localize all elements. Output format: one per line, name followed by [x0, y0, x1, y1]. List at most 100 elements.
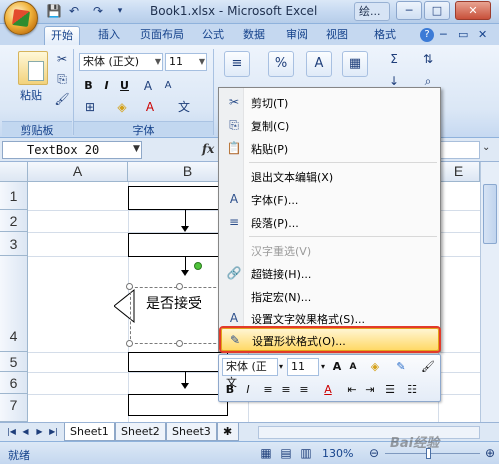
- increase-indent-icon[interactable]: ⇥: [362, 381, 378, 399]
- prev-sheet-icon[interactable]: ◀: [20, 425, 31, 439]
- chevron-down-icon[interactable]: ▾: [319, 358, 327, 376]
- menu-item-5[interactable]: ≡ 段落(P)...: [221, 211, 439, 234]
- menu-item-9[interactable]: A 设置文字效果格式(S)...: [221, 307, 439, 330]
- process-box-3[interactable]: [128, 352, 228, 372]
- scroll-thumb[interactable]: [483, 184, 497, 244]
- process-box-1[interactable]: [128, 186, 228, 210]
- redo-icon[interactable]: ↷: [90, 4, 106, 19]
- row-header-6[interactable]: 6: [0, 372, 28, 394]
- sort-filter-icon[interactable]: ⇅: [420, 51, 436, 67]
- insert-sheet-icon[interactable]: ✱: [217, 423, 239, 441]
- number-format-icon[interactable]: %: [268, 51, 294, 77]
- underline-button[interactable]: U: [116, 77, 133, 94]
- expand-formula-icon[interactable]: ⌄: [482, 142, 490, 153]
- tab-review[interactable]: 审阅: [280, 26, 314, 45]
- font-size-combo[interactable]: 11 ▼: [165, 53, 207, 71]
- bold-button[interactable]: B: [80, 77, 97, 94]
- next-sheet-icon[interactable]: ▶: [34, 425, 45, 439]
- tab-home[interactable]: 开始: [44, 26, 80, 45]
- row-header-2[interactable]: 2: [0, 210, 28, 232]
- zoom-level[interactable]: 130%: [322, 447, 353, 460]
- customize-qat-icon[interactable]: ▾: [112, 4, 128, 19]
- menu-item-0[interactable]: ✂ 剪切(T): [221, 91, 439, 114]
- copy-icon[interactable]: ⎘: [54, 71, 70, 87]
- row-header-1[interactable]: 1: [0, 182, 28, 210]
- mini-bold-button[interactable]: B: [222, 381, 238, 399]
- row-header-3[interactable]: 3: [0, 232, 28, 256]
- resize-handle[interactable]: [126, 340, 133, 347]
- menu-item-8[interactable]: 指定宏(N)...: [221, 285, 439, 308]
- shrink-font-icon[interactable]: A: [160, 78, 176, 94]
- sheet-tab-2[interactable]: Sheet2: [115, 423, 166, 441]
- vertical-scrollbar[interactable]: [480, 162, 499, 422]
- mini-size-combo[interactable]: 11: [287, 358, 319, 376]
- format-painter-icon[interactable]: 🖌: [54, 91, 70, 107]
- zoom-out-icon[interactable]: ⊖: [366, 445, 382, 461]
- paste-icon[interactable]: [18, 51, 48, 85]
- insert-function-button[interactable]: fx: [202, 142, 214, 156]
- mini-font-color-icon[interactable]: A: [320, 381, 336, 399]
- tab-formulas[interactable]: 公式: [196, 26, 230, 45]
- align-center-icon[interactable]: ≡: [278, 381, 294, 399]
- tab-view[interactable]: 视图: [320, 26, 354, 45]
- mini-format-painter-icon[interactable]: 🖌: [419, 358, 437, 376]
- save-icon[interactable]: 💾: [46, 4, 62, 19]
- fill-color-icon[interactable]: ◈: [114, 99, 130, 115]
- bullets-icon[interactable]: ☰: [382, 381, 398, 399]
- tab-data[interactable]: 数据: [237, 26, 271, 45]
- name-box[interactable]: TextBox 20: [2, 141, 142, 159]
- menu-item-4[interactable]: A 字体(F)...: [221, 188, 439, 211]
- page-break-view-icon[interactable]: ▥: [298, 445, 314, 461]
- alignment-icon[interactable]: ≡: [224, 51, 250, 77]
- minimize-button[interactable]: ─: [396, 1, 422, 20]
- last-sheet-icon[interactable]: ▶|: [48, 425, 59, 439]
- restore-icon[interactable]: ▭: [458, 28, 468, 41]
- chevron-down-icon[interactable]: ▼: [133, 144, 140, 154]
- sheet-tab-1[interactable]: Sheet1: [64, 423, 115, 441]
- close-button[interactable]: ✕: [455, 1, 491, 20]
- mini-font-combo[interactable]: 宋体 (正文: [222, 358, 278, 389]
- process-box-4[interactable]: [128, 394, 228, 416]
- decrease-indent-icon[interactable]: ⇤: [344, 381, 360, 399]
- resize-handle[interactable]: [126, 283, 133, 290]
- font-name-combo[interactable]: 宋体 (正文) ▼: [79, 53, 163, 71]
- mini-line-color-icon[interactable]: ✎: [391, 358, 411, 376]
- resize-handle[interactable]: [176, 340, 183, 347]
- close-workbook-icon[interactable]: ✕: [478, 28, 487, 41]
- tab-insert[interactable]: 插入: [92, 26, 126, 45]
- resize-handle[interactable]: [176, 283, 183, 290]
- menu-item-1[interactable]: ⎘ 复制(C): [221, 114, 439, 137]
- chevron-down-icon[interactable]: ▾: [277, 358, 285, 376]
- tab-page-layout[interactable]: 页面布局: [134, 26, 190, 45]
- office-button[interactable]: [4, 1, 38, 35]
- zoom-slider[interactable]: [385, 453, 480, 454]
- page-layout-view-icon[interactable]: ▤: [278, 445, 294, 461]
- borders-icon[interactable]: ⊞: [82, 99, 98, 115]
- paste-button-label[interactable]: 粘贴: [20, 87, 42, 103]
- process-box-2[interactable]: [128, 233, 228, 257]
- cells-icon[interactable]: ▦: [342, 51, 368, 77]
- cut-icon[interactable]: ✂: [54, 51, 70, 67]
- autosum-icon[interactable]: Σ: [386, 51, 402, 67]
- grow-font-icon[interactable]: A: [140, 78, 156, 94]
- ribbon-minimize-icon[interactable]: ─: [440, 28, 447, 41]
- mini-shrink-font-icon[interactable]: A: [345, 358, 361, 376]
- undo-icon[interactable]: ↶: [66, 4, 82, 19]
- maximize-button[interactable]: □: [424, 1, 450, 20]
- tab-format[interactable]: 格式: [368, 26, 402, 45]
- row-header-7[interactable]: 7: [0, 394, 28, 422]
- help-icon[interactable]: ?: [420, 28, 434, 42]
- align-right-icon[interactable]: ≡: [296, 381, 312, 399]
- menu-item-2[interactable]: 📋 粘贴(P): [221, 137, 439, 160]
- italic-button[interactable]: I: [98, 77, 115, 94]
- styles-icon[interactable]: A: [306, 51, 332, 77]
- row-header-4[interactable]: 4: [0, 256, 28, 352]
- sheet-tab-3[interactable]: Sheet3: [166, 423, 217, 441]
- align-left-icon[interactable]: ≡: [260, 381, 276, 399]
- menu-item-3[interactable]: 退出文本编辑(X): [221, 165, 439, 188]
- numbering-icon[interactable]: ☷: [404, 381, 420, 399]
- column-header-e[interactable]: E: [438, 162, 480, 182]
- row-header-5[interactable]: 5: [0, 352, 28, 372]
- menu-item-7[interactable]: 🔗 超链接(H)...: [221, 262, 439, 285]
- select-all-corner[interactable]: [0, 162, 28, 182]
